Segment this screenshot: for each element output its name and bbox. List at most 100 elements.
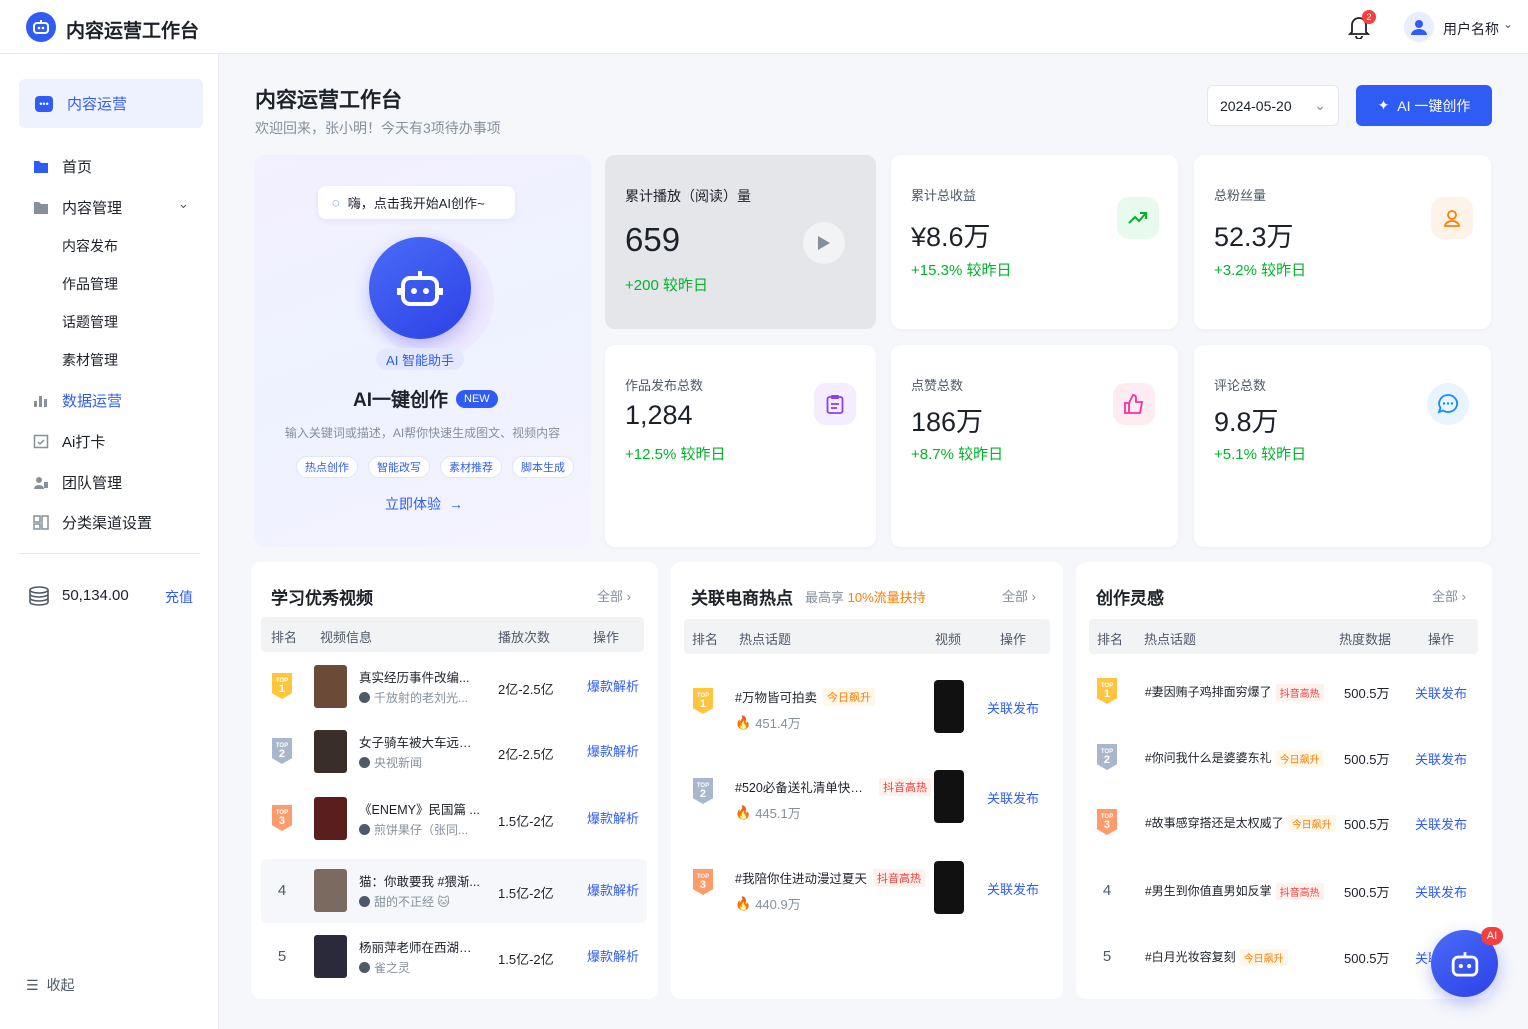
col-action: 操作 (593, 630, 620, 645)
sidebar-item-label: 首页 (62, 159, 93, 176)
link-publish-button[interactable]: 关联发布 (987, 698, 1039, 717)
analyze-link[interactable]: 爆款解析 (587, 808, 639, 827)
user-name[interactable]: 用户名称 (1443, 19, 1499, 39)
link-publish-button[interactable]: 关联发布 (1415, 683, 1467, 702)
sidebar-item-data-ops[interactable]: 数据运营 (32, 390, 122, 411)
hot-topic-title: #万物皆可拍卖 (735, 691, 817, 705)
sidebar-item-content-manage[interactable]: 内容管理 (32, 197, 122, 218)
chip-material-recommend[interactable]: 素材推荐 (440, 456, 502, 478)
col-action: 操作 (1428, 632, 1455, 647)
view-all-link[interactable]: 全部 › (1002, 586, 1036, 605)
inspiration-topic[interactable]: #白月光妆容复刻 今日飙升 (1145, 948, 1335, 967)
analyze-link[interactable]: 爆款解析 (587, 880, 639, 899)
video-thumbnail[interactable] (314, 869, 347, 912)
stat-value: ¥8.6万 (911, 222, 991, 252)
chat-icon: ••• (35, 95, 53, 112)
video-author: 千放射的老刘光... (359, 689, 477, 706)
ai-assistant-tag: AI 智能助手 (376, 348, 464, 370)
play-icon[interactable] (803, 222, 845, 264)
video-title[interactable]: 《ENEMY》民国篇 ... (359, 799, 481, 818)
video-thumbnail[interactable] (934, 861, 964, 914)
inspiration-topic[interactable]: #妻因贿子鸡排面穷爆了 抖音高热 (1145, 683, 1335, 702)
video-thumbnail[interactable] (314, 935, 347, 978)
ai-create-button[interactable]: ✦ AI 一键创作 (1356, 85, 1492, 126)
video-title[interactable]: 猫：你敢要我 #猥渐... (359, 871, 481, 890)
menu-fold-icon: ☰ (26, 976, 39, 993)
hot-topic[interactable]: #520必备送礼清单快来... 抖音高热 (735, 777, 931, 796)
chevron-down-icon[interactable]: ⌄ (178, 196, 189, 212)
view-all-link[interactable]: 全部 › (597, 586, 631, 605)
link-publish-button[interactable]: 关联发布 (1415, 814, 1467, 833)
stat-card-plays[interactable]: 累计播放（阅读）量 659 +200 较昨日 (605, 155, 876, 329)
trending-up-icon (1117, 197, 1159, 239)
video-title[interactable]: 杨丽萍老师在西湖边... (359, 937, 481, 956)
inspiration-topic[interactable]: #故事感穿搭还是太权威了 今日飙升 (1145, 814, 1336, 833)
sidebar-item-team[interactable]: 团队管理 (32, 472, 122, 493)
panel-title: 关联电商热点 最高享 10%流量扶持 (691, 584, 926, 609)
play-count: 1.5亿-2亿 (498, 814, 554, 829)
link-publish-button[interactable]: 关联发布 (987, 879, 1039, 898)
sidebar-subitem-topics[interactable]: 话题管理 (62, 312, 118, 332)
analyze-link[interactable]: 爆款解析 (587, 676, 639, 695)
sidebar-subitem-works[interactable]: 作品管理 (62, 274, 118, 294)
collapse-button[interactable]: ☰ 收起 (26, 975, 75, 995)
ai-greeting-bubble[interactable]: ◌ 嗨，点击我开始AI创作~ (318, 186, 515, 219)
heat-value: 500.5万 (1344, 686, 1390, 701)
link-publish-button[interactable]: 关联发布 (1415, 948, 1431, 967)
video-title[interactable]: 真实经历事件改编... (359, 667, 481, 686)
view-all-label: 全部 (597, 589, 624, 604)
sidebar-item-ai-checkin[interactable]: Ai打卡 (32, 431, 105, 452)
stat-value: 52.3万 (1214, 222, 1294, 252)
sidebar-item-label: 分类渠道设置 (62, 515, 153, 532)
analyze-link[interactable]: 爆款解析 (587, 741, 639, 760)
clipboard-icon (814, 383, 856, 425)
topic-title: #男生到你值直男如反掌 (1145, 884, 1272, 898)
hot-tag: 抖音高热 (1275, 883, 1324, 901)
author-name: 千放射的老刘光... (374, 691, 469, 705)
sidebar-item-content-ops[interactable]: ••• 内容运营 (19, 79, 203, 128)
sidebar-item-label: 内容运营 (67, 96, 128, 113)
hot-topic[interactable]: #万物皆可拍卖 今日飙升 (735, 687, 927, 706)
stat-label: 点赞总数 (911, 378, 964, 393)
video-thumbnail[interactable] (314, 730, 347, 773)
sidebar-item-label: 内容管理 (62, 200, 123, 217)
video-title[interactable]: 女子骑车被大车远光... (359, 732, 481, 751)
author-name: 甜的不正经 🐱 (374, 895, 450, 909)
ai-card-title-text: AI一键创作 (353, 390, 449, 411)
sidebar-item-channels[interactable]: 分类渠道设置 (32, 512, 152, 533)
chip-script-generate[interactable]: 脚本生成 (512, 456, 574, 478)
video-thumbnail[interactable] (314, 665, 347, 708)
recharge-link[interactable]: 充值 (165, 587, 193, 607)
try-now-link[interactable]: 立即体验 → (385, 494, 463, 514)
app-logo-icon[interactable] (26, 12, 56, 42)
view-all-link[interactable]: 全部 › (1432, 586, 1466, 605)
robot-icon[interactable] (369, 237, 471, 339)
link-publish-button[interactable]: 关联发布 (1415, 882, 1467, 901)
inspiration-topic[interactable]: #你问我什么是婆婆东礼 今日飙升 (1145, 749, 1335, 768)
view-all-label: 全部 (1002, 589, 1029, 604)
chip-hot-create[interactable]: 热点创作 (296, 456, 358, 478)
link-publish-button[interactable]: 关联发布 (1415, 749, 1467, 768)
chip-smart-rewrite[interactable]: 智能改写 (368, 456, 430, 478)
hot-tag: 抖音高热 (1275, 684, 1324, 702)
chevron-down-icon[interactable]: ⌄ (1503, 17, 1513, 31)
comment-icon (1427, 383, 1469, 425)
ai-greeting-text: 嗨，点击我开始AI创作~ (347, 196, 485, 211)
avatar[interactable] (1404, 12, 1434, 42)
hot-topic[interactable]: #我陪你住进动漫过夏天 抖音高热 (735, 868, 927, 887)
date-picker[interactable]: 2024-05-20 ⌄ (1207, 85, 1339, 126)
stat-value: 659 (625, 221, 681, 258)
video-thumbnail[interactable] (934, 770, 964, 823)
sidebar-subitem-materials[interactable]: 素材管理 (62, 350, 118, 370)
play-count: 1.5亿-2亿 (498, 952, 554, 967)
sidebar-subitem-publish[interactable]: 内容发布 (62, 236, 118, 256)
sidebar-item-home[interactable]: 首页 (32, 156, 92, 177)
analyze-link[interactable]: 爆款解析 (587, 946, 639, 965)
link-publish-button[interactable]: 关联发布 (987, 788, 1039, 807)
stat-change: +15.3% 较昨日 (911, 262, 1012, 279)
stat-change: +5.1% 较昨日 (1214, 446, 1307, 463)
col-video: 视频 (935, 632, 962, 647)
video-thumbnail[interactable] (314, 797, 347, 840)
inspiration-topic[interactable]: #男生到你值直男如反掌 抖音高热 (1145, 882, 1335, 901)
video-thumbnail[interactable] (934, 680, 964, 733)
